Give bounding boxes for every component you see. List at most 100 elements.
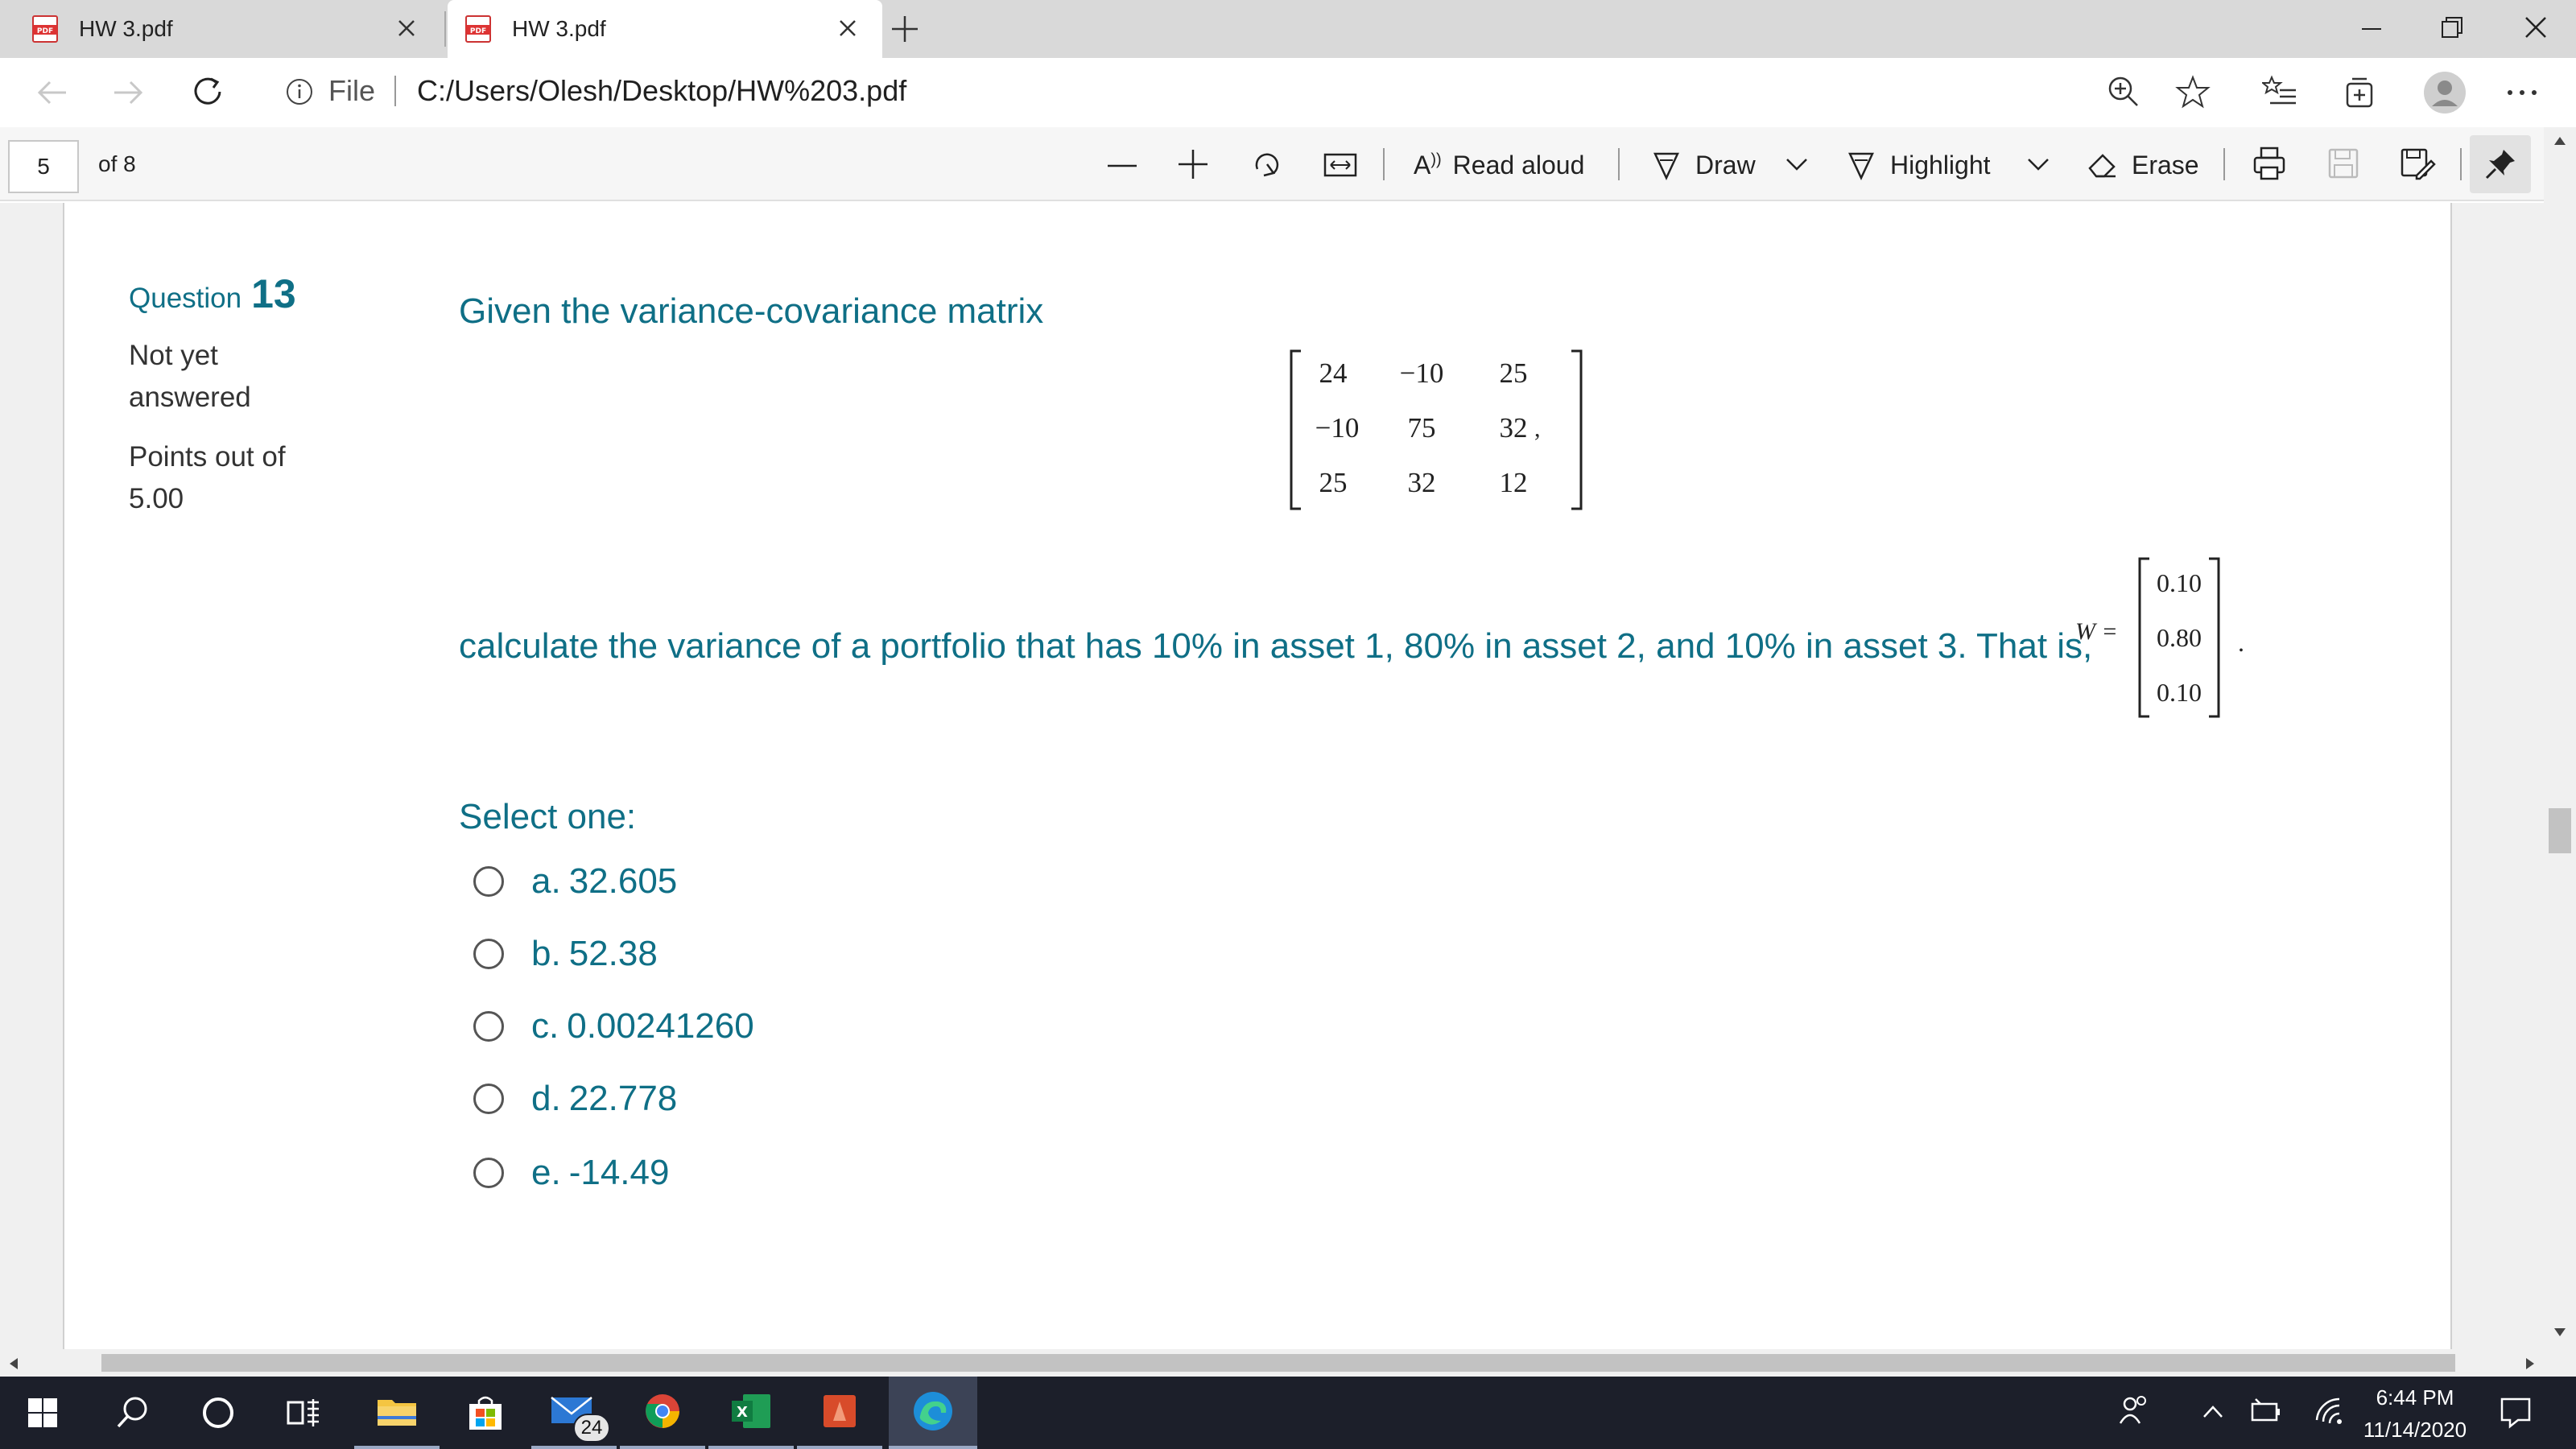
print-icon[interactable] bbox=[2251, 145, 2288, 182]
zoom-out-icon[interactable] bbox=[1104, 147, 1140, 182]
weight-value: 0.10 bbox=[2157, 678, 2202, 707]
url-text[interactable]: C:/Users/Olesh/Desktop/HW%203.pdf bbox=[417, 74, 906, 108]
read-aloud-button[interactable]: A)) Read aloud bbox=[1414, 145, 1584, 185]
search-button[interactable] bbox=[90, 1377, 175, 1449]
matrix-cell: −10 bbox=[1399, 357, 1444, 389]
highlight-button[interactable]: Highlight bbox=[1845, 145, 1991, 185]
scrollbar-thumb[interactable] bbox=[2549, 808, 2571, 853]
option-letter: a. bbox=[531, 861, 561, 901]
people-icon[interactable] bbox=[2117, 1393, 2153, 1428]
document-viewport: Question 13 Not yet answered Points out … bbox=[0, 203, 2576, 1349]
scroll-left-arrow-icon[interactable] bbox=[8, 1357, 19, 1370]
matrix-cell: 75 bbox=[1407, 412, 1436, 444]
edge-button[interactable] bbox=[889, 1377, 977, 1449]
tab-hw3-active[interactable]: PDF HW 3.pdf bbox=[448, 0, 882, 58]
question-body: calculate the variance of a portfolio th… bbox=[459, 626, 2093, 666]
option-letter: e. bbox=[531, 1153, 561, 1192]
fit-width-icon[interactable] bbox=[1322, 147, 1359, 182]
erase-label: Erase bbox=[2132, 150, 2199, 180]
toolbar-divider bbox=[2460, 148, 2462, 180]
more-menu-icon[interactable] bbox=[2504, 80, 2541, 105]
scroll-right-arrow-icon[interactable] bbox=[2524, 1357, 2536, 1370]
cortana-button[interactable] bbox=[175, 1377, 261, 1449]
collections-icon[interactable] bbox=[2341, 74, 2378, 111]
wifi-icon[interactable] bbox=[2314, 1396, 2346, 1428]
highlighter-icon bbox=[1848, 152, 1874, 180]
toolbar-divider bbox=[1383, 148, 1385, 180]
option-value: 32.605 bbox=[568, 861, 678, 901]
radio-button[interactable] bbox=[473, 1011, 504, 1042]
file-explorer-button[interactable] bbox=[354, 1377, 440, 1449]
profile-avatar-icon[interactable] bbox=[2423, 71, 2467, 114]
matrix-cell: 25 bbox=[1499, 357, 1528, 389]
vertical-scrollbar[interactable] bbox=[2544, 127, 2576, 1349]
select-one-label: Select one: bbox=[459, 797, 637, 836]
office-app-icon bbox=[824, 1395, 856, 1427]
scrollbar-corner bbox=[2544, 1349, 2576, 1377]
question-status: Not yet answered bbox=[129, 335, 251, 419]
scroll-down-arrow-icon[interactable] bbox=[2553, 1327, 2566, 1338]
svg-text:PDF: PDF bbox=[37, 27, 53, 35]
clock-date: 11/14/2020 bbox=[2363, 1418, 2467, 1442]
favorite-star-icon[interactable] bbox=[2175, 74, 2211, 109]
draw-button[interactable]: Draw bbox=[1650, 145, 1756, 185]
points-line-1: Points out of bbox=[129, 441, 286, 473]
save-icon[interactable] bbox=[2325, 145, 2362, 182]
address-bar[interactable]: File C:/Users/Olesh/Desktop/HW%203.pdf bbox=[262, 64, 2227, 118]
highlight-chevron-down-icon[interactable] bbox=[2025, 153, 2051, 175]
answer-option-b[interactable]: b. 52.38 bbox=[473, 934, 658, 974]
scrollbar-thumb[interactable] bbox=[101, 1354, 2455, 1372]
close-window-icon[interactable] bbox=[2521, 13, 2550, 42]
pin-toolbar-button[interactable] bbox=[2470, 135, 2531, 193]
matrix-cell: −10 bbox=[1315, 412, 1360, 444]
option-value: 0.00241260 bbox=[567, 1006, 754, 1046]
info-icon[interactable] bbox=[285, 77, 314, 106]
refresh-icon[interactable] bbox=[190, 74, 227, 111]
show-hidden-icons-chevron-up-icon[interactable] bbox=[2201, 1402, 2225, 1422]
radio-button[interactable] bbox=[473, 939, 504, 969]
radio-button[interactable] bbox=[473, 866, 504, 897]
zoom-in-icon[interactable] bbox=[1175, 147, 1211, 182]
question-points: Points out of 5.00 bbox=[129, 436, 286, 520]
answer-option-a[interactable]: a. 32.605 bbox=[473, 861, 677, 902]
office-app-button[interactable] bbox=[797, 1377, 882, 1449]
mail-button[interactable]: 24 bbox=[531, 1377, 617, 1449]
erase-button[interactable]: Erase bbox=[2087, 145, 2199, 185]
tab-strip: PDF HW 3.pdf PDF HW 3.pdf bbox=[0, 0, 2576, 58]
radio-button[interactable] bbox=[473, 1158, 504, 1188]
toolbar-divider bbox=[1618, 148, 1620, 180]
back-icon[interactable] bbox=[34, 74, 71, 111]
store-button[interactable] bbox=[443, 1377, 528, 1449]
battery-icon[interactable] bbox=[2248, 1396, 2283, 1428]
answer-option-c[interactable]: c. 0.00241260 bbox=[473, 1006, 754, 1046]
system-clock[interactable]: 6:44 PM 11/14/2020 bbox=[2349, 1381, 2481, 1446]
horizontal-scrollbar[interactable] bbox=[0, 1349, 2544, 1377]
tab-title: HW 3.pdf bbox=[512, 16, 606, 41]
radio-button[interactable] bbox=[473, 1084, 504, 1114]
folder-icon bbox=[378, 1400, 416, 1426]
save-as-icon[interactable] bbox=[2399, 145, 2436, 182]
restore-icon[interactable] bbox=[2438, 13, 2467, 42]
forward-icon[interactable] bbox=[109, 74, 147, 111]
zoom-icon[interactable] bbox=[2106, 74, 2141, 109]
tab-hw3-inactive[interactable]: PDF HW 3.pdf bbox=[0, 0, 441, 58]
excel-button[interactable]: X bbox=[708, 1377, 794, 1449]
new-tab-icon[interactable] bbox=[889, 13, 921, 45]
page-number-input[interactable]: 5 bbox=[8, 140, 79, 193]
start-button[interactable] bbox=[0, 1377, 85, 1449]
chrome-button[interactable] bbox=[620, 1377, 705, 1449]
scroll-up-arrow-icon[interactable] bbox=[2553, 135, 2566, 147]
draw-chevron-down-icon[interactable] bbox=[1784, 153, 1810, 175]
answer-option-e[interactable]: e. -14.49 bbox=[473, 1153, 669, 1193]
close-tab-icon[interactable] bbox=[834, 14, 861, 42]
minimize-icon[interactable] bbox=[2357, 14, 2386, 43]
task-view-button[interactable] bbox=[261, 1377, 346, 1449]
rotate-icon[interactable] bbox=[1249, 147, 1285, 182]
favorites-list-icon[interactable] bbox=[2262, 74, 2299, 111]
option-value: -14.49 bbox=[568, 1153, 670, 1192]
vector-period: . bbox=[2238, 628, 2244, 657]
notifications-icon[interactable] bbox=[2497, 1394, 2534, 1431]
matrix-cell: 12 bbox=[1499, 467, 1528, 498]
close-tab-icon[interactable] bbox=[393, 14, 420, 42]
answer-option-d[interactable]: d. 22.778 bbox=[473, 1079, 677, 1119]
